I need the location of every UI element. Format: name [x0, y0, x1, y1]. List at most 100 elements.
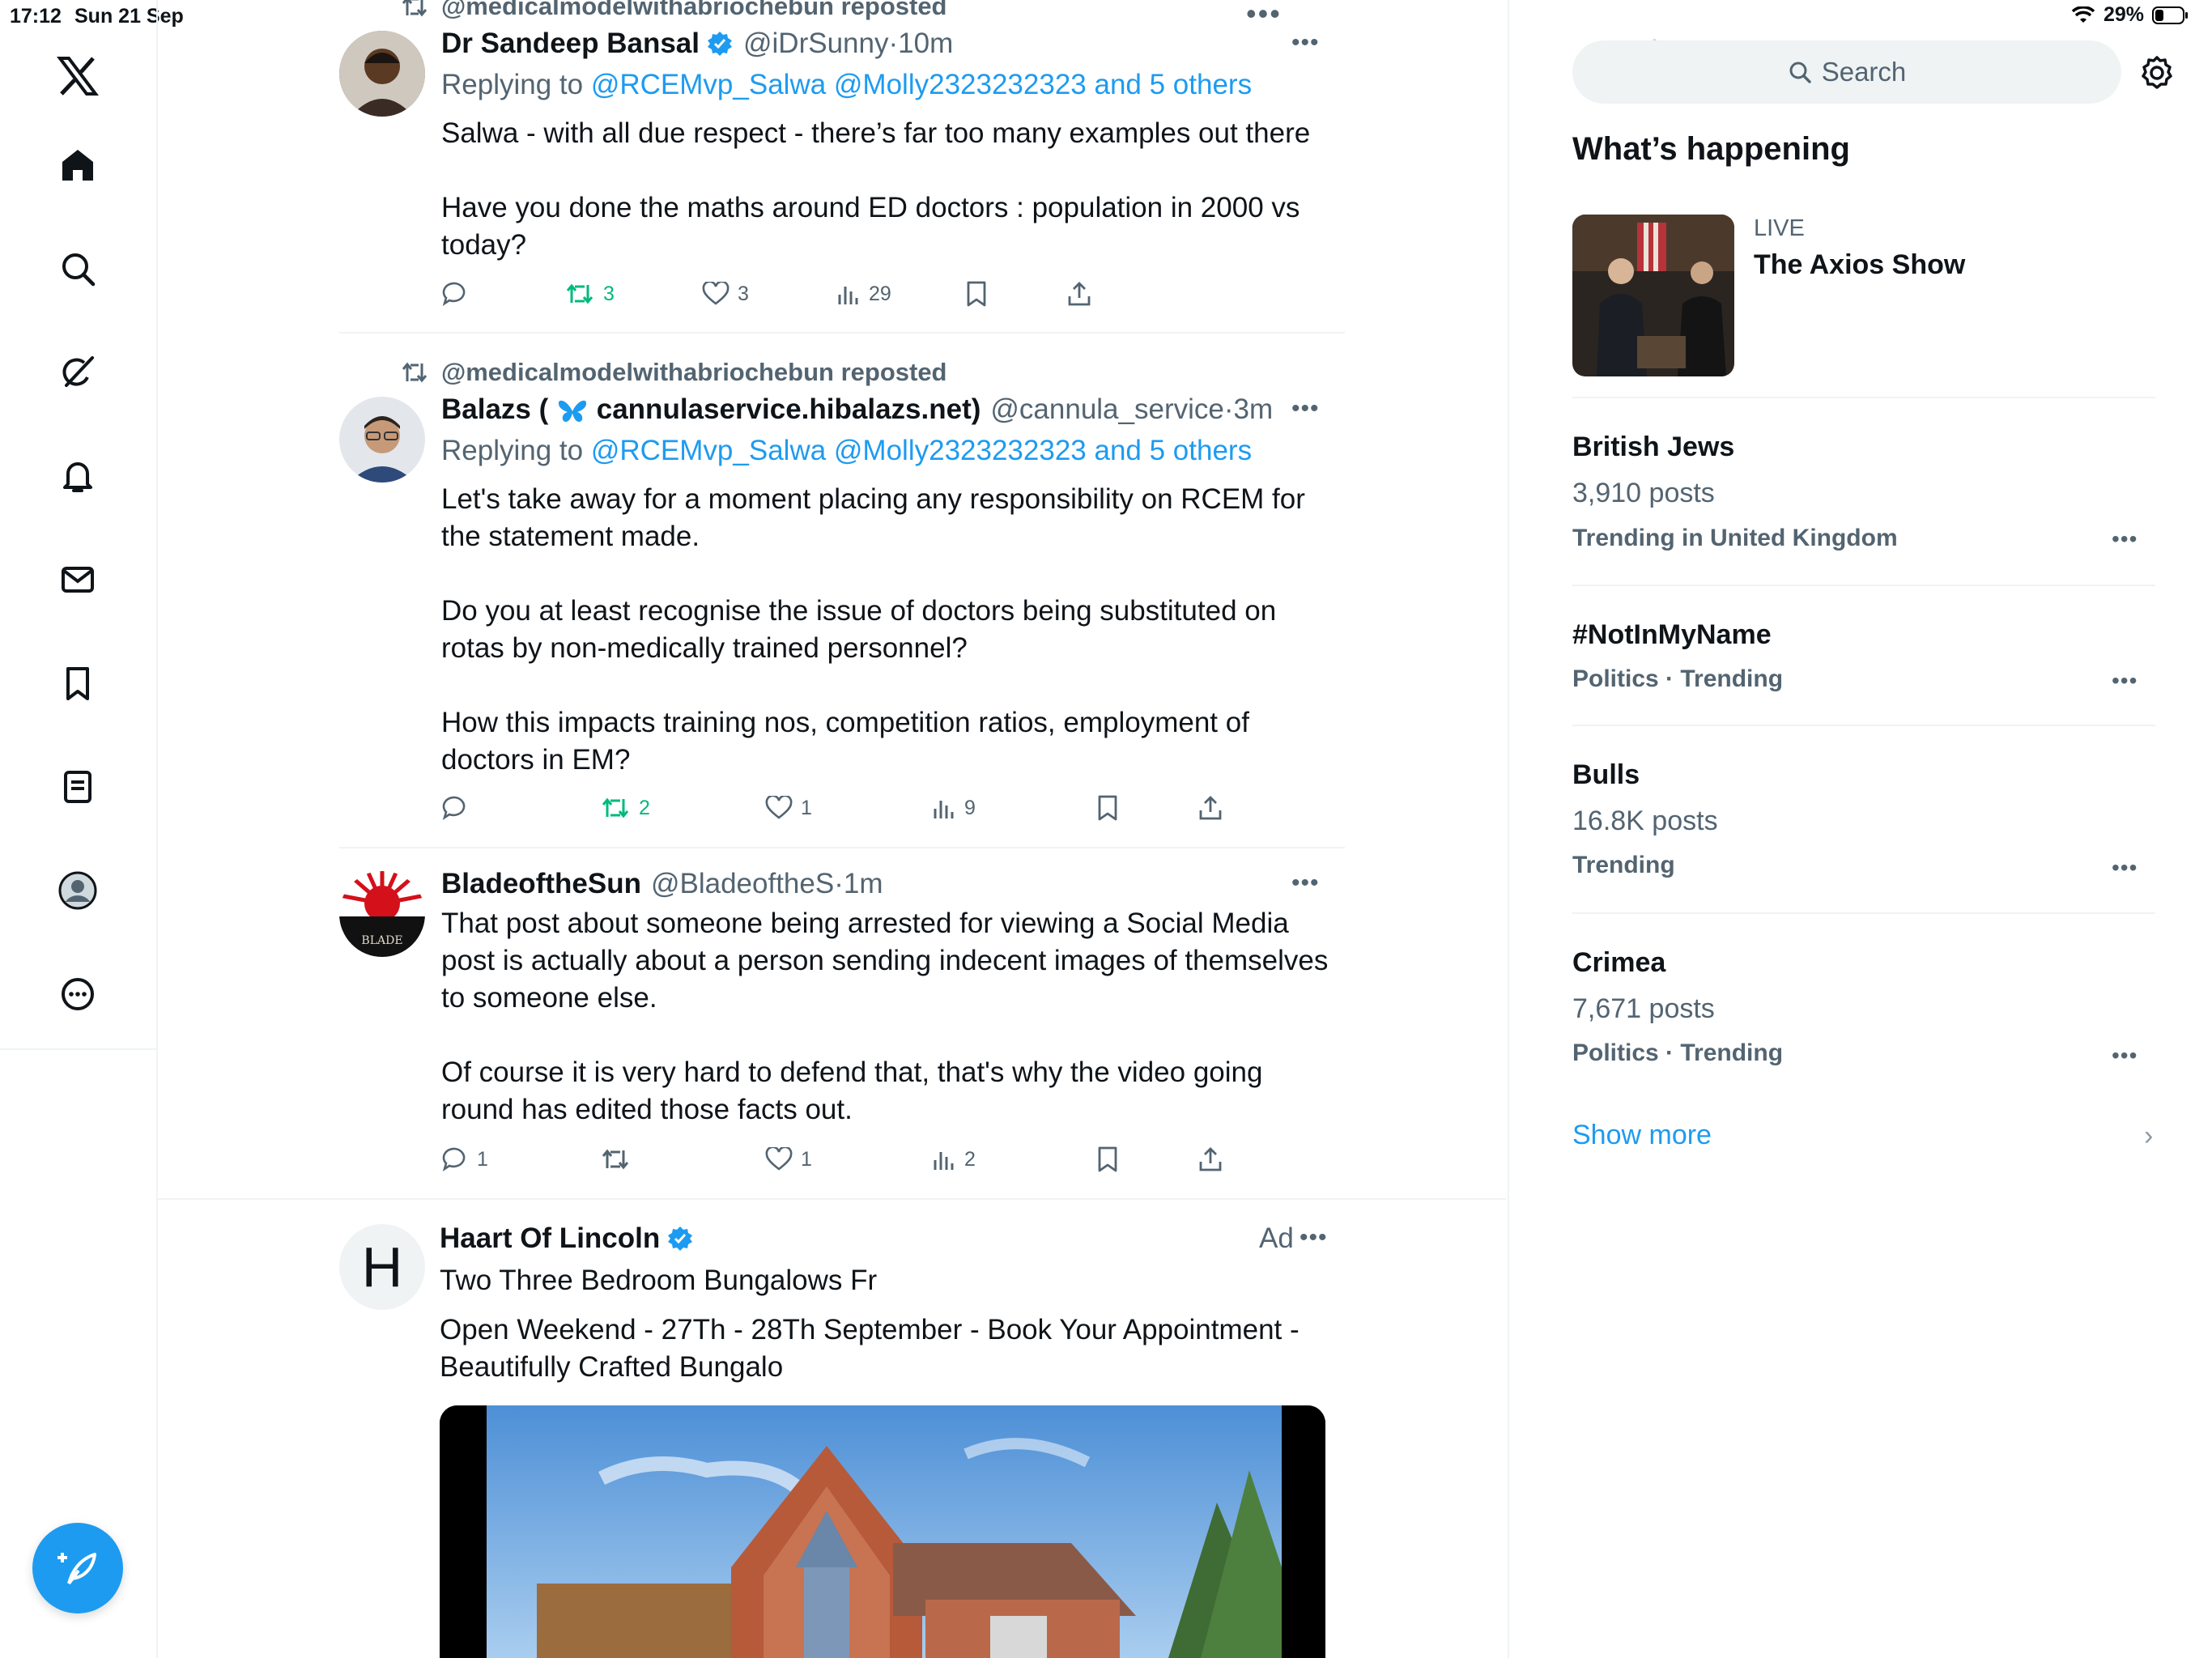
- more-dots-icon[interactable]: •••: [1246, 0, 1282, 28]
- butterfly-icon: [556, 397, 589, 425]
- share-icon: [1066, 280, 1092, 308]
- tweet-header: BladeoftheSun @BladeoftheS · 1m: [441, 868, 883, 900]
- tweet-more-button[interactable]: •••: [1300, 1224, 1328, 1252]
- like-button[interactable]: 1: [765, 790, 812, 826]
- reply-button[interactable]: [441, 276, 477, 312]
- author-handle[interactable]: @cannula_service: [990, 393, 1223, 426]
- tweet-more-button[interactable]: •••: [1291, 869, 1320, 897]
- chevron-right-icon: ›: [2144, 1120, 2154, 1151]
- trend-title[interactable]: Crimea: [1572, 947, 1665, 979]
- share-button[interactable]: [1066, 276, 1092, 312]
- bookmark-icon: [1095, 1146, 1120, 1173]
- bookmark-icon: [964, 280, 989, 308]
- avatar[interactable]: [339, 31, 425, 117]
- ad-image[interactable]: [440, 1405, 1325, 1658]
- views-button[interactable]: 29: [836, 276, 891, 312]
- settings-gear-icon[interactable]: [2139, 55, 2175, 91]
- more-icon[interactable]: [52, 968, 104, 1020]
- trend-posts: 16.8K posts: [1572, 806, 1718, 836]
- like-button[interactable]: 3: [702, 276, 749, 312]
- reply-button[interactable]: 1: [441, 1141, 488, 1177]
- tweet-time: 3m: [1233, 393, 1274, 425]
- messages-icon[interactable]: [52, 554, 104, 606]
- trend-title[interactable]: British Jews: [1572, 432, 1734, 463]
- feather-plus-icon: [57, 1548, 98, 1588]
- home-icon[interactable]: [52, 139, 104, 191]
- trend-meta: Politics · Trending: [1572, 665, 1784, 692]
- heart-icon: [765, 796, 793, 820]
- repost-button[interactable]: 2: [600, 790, 650, 826]
- tweet-header: Haart Of Lincoln: [440, 1222, 694, 1255]
- compose-button[interactable]: [32, 1523, 123, 1613]
- replying-to: Replying to @RCEMvp_Salwa @Molly23232323…: [441, 69, 1253, 100]
- bookmark-button[interactable]: [964, 276, 989, 312]
- views-button[interactable]: 9: [932, 790, 976, 826]
- sidebar-divider: [1572, 397, 2155, 398]
- repost-button[interactable]: 3: [564, 276, 615, 312]
- profile-icon[interactable]: [52, 865, 104, 916]
- search-input[interactable]: Search: [1572, 40, 2121, 104]
- repost-label: @medicalmodelwithabriochebun reposted: [401, 358, 947, 387]
- tweet-more-button[interactable]: •••: [1291, 395, 1320, 423]
- share-button[interactable]: [1197, 790, 1223, 826]
- trend-meta: Trending in United Kingdom: [1572, 525, 1898, 551]
- bookmark-button[interactable]: [1095, 790, 1120, 826]
- tweet-actions: 2 1 9: [441, 790, 1348, 826]
- live-title[interactable]: The Axios Show: [1754, 249, 1965, 281]
- avatar[interactable]: [339, 397, 425, 483]
- avatar[interactable]: BLADE: [339, 871, 425, 957]
- tweet-divider: [339, 847, 1345, 848]
- trend-more-button[interactable]: •••: [2112, 526, 2138, 552]
- like-button[interactable]: 1: [765, 1141, 812, 1177]
- show-more-link[interactable]: Show more: [1572, 1120, 1712, 1151]
- live-thumbnail[interactable]: [1572, 215, 1734, 376]
- author-handle[interactable]: @iDrSunny: [743, 28, 888, 60]
- verified-badge-icon: [666, 1225, 694, 1252]
- author-name[interactable]: Balazs ( cannulaservice.hibalazs.net): [441, 393, 981, 426]
- tweet-actions: 1 1 2: [441, 1141, 1348, 1177]
- tweet-divider: [158, 1198, 1506, 1200]
- trend-more-button[interactable]: •••: [2112, 1043, 2138, 1069]
- trend-posts: 3,910 posts: [1572, 478, 1715, 508]
- notifications-icon[interactable]: [52, 450, 104, 502]
- timeline: ••• @medicalmodelwithabriochebun reposte…: [158, 0, 1657, 1658]
- search-icon[interactable]: [52, 243, 104, 295]
- share-icon: [1197, 794, 1223, 822]
- trend-more-button[interactable]: •••: [2112, 668, 2138, 694]
- tweet-time: 1m: [843, 868, 883, 899]
- trend-meta: Politics · Trending: [1572, 1039, 1784, 1066]
- heart-icon: [702, 282, 730, 306]
- x-logo-icon[interactable]: [52, 50, 104, 102]
- reply-button[interactable]: [441, 790, 477, 826]
- lists-icon[interactable]: [52, 761, 104, 813]
- tweet-text: That post about someone being arrested f…: [441, 908, 1329, 1125]
- bookmarks-icon[interactable]: [52, 657, 104, 709]
- whats-happening-title: What’s happening: [1572, 131, 1850, 167]
- trend-more-button[interactable]: •••: [2112, 855, 2138, 881]
- views-button[interactable]: 2: [932, 1141, 976, 1177]
- avatar[interactable]: H: [339, 1224, 425, 1310]
- trend-title[interactable]: #NotInMyName: [1572, 619, 1772, 651]
- reply-icon: [441, 794, 469, 822]
- repost-label: @medicalmodelwithabriochebun reposted: [401, 0, 947, 21]
- tweet-text: Open Weekend - 27Th - 28Th September - B…: [440, 1314, 1308, 1383]
- share-icon: [1197, 1146, 1223, 1173]
- bookmark-icon: [1095, 794, 1120, 822]
- author-handle[interactable]: @BladeoftheS: [651, 868, 834, 900]
- views-icon: [932, 1147, 956, 1171]
- author-name[interactable]: BladeoftheSun: [441, 868, 641, 900]
- repost-icon: [401, 360, 428, 385]
- tweet-text: Let's take away for a moment placing any…: [441, 483, 1305, 776]
- share-button[interactable]: [1197, 1141, 1223, 1177]
- repost-button[interactable]: [600, 1141, 639, 1177]
- grok-icon[interactable]: [52, 346, 104, 398]
- repost-icon: [600, 796, 631, 820]
- bookmark-button[interactable]: [1095, 1141, 1120, 1177]
- reply-mentions-link[interactable]: @RCEMvp_Salwa @Molly2323232323 and 5 oth…: [591, 69, 1252, 100]
- trend-title[interactable]: Bulls: [1572, 759, 1640, 791]
- reply-mentions-link[interactable]: @RCEMvp_Salwa @Molly2323232323 and 5 oth…: [591, 435, 1252, 466]
- author-name[interactable]: Dr Sandeep Bansal: [441, 28, 700, 60]
- tweet-more-button[interactable]: •••: [1291, 29, 1320, 57]
- repost-icon: [401, 0, 428, 19]
- author-name[interactable]: Haart Of Lincoln: [440, 1222, 660, 1255]
